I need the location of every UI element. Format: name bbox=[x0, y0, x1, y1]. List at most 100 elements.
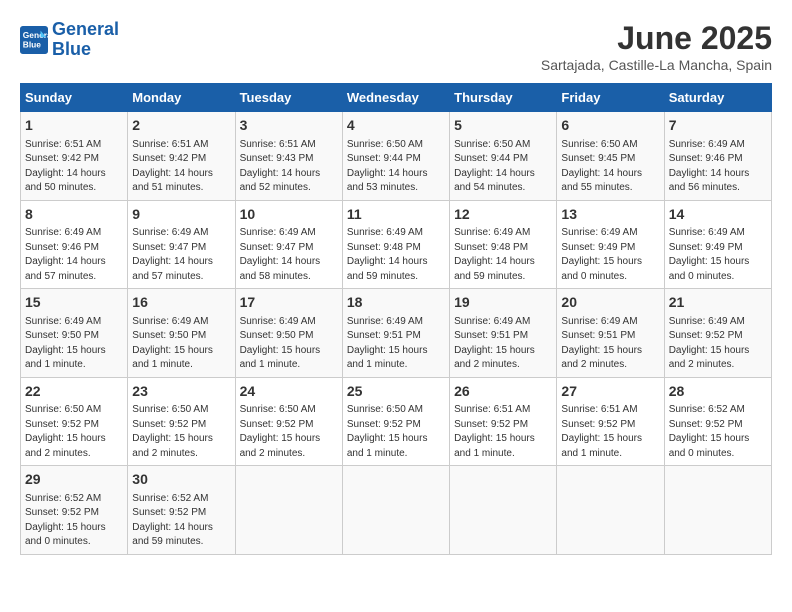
day-number: 30 bbox=[132, 470, 230, 490]
calendar-cell: 10Sunrise: 6:49 AM Sunset: 9:47 PM Dayli… bbox=[235, 200, 342, 289]
calendar-cell: 2Sunrise: 6:51 AM Sunset: 9:42 PM Daylig… bbox=[128, 112, 235, 201]
week-row-4: 22Sunrise: 6:50 AM Sunset: 9:52 PM Dayli… bbox=[21, 377, 772, 466]
day-number: 19 bbox=[454, 293, 552, 313]
day-info: Sunrise: 6:52 AM Sunset: 9:52 PM Dayligh… bbox=[25, 492, 123, 550]
calendar-cell: 16Sunrise: 6:49 AM Sunset: 9:50 PM Dayli… bbox=[128, 289, 235, 378]
day-number: 8 bbox=[25, 205, 123, 225]
calendar-cell: 30Sunrise: 6:52 AM Sunset: 9:52 PM Dayli… bbox=[128, 466, 235, 555]
day-number: 16 bbox=[132, 293, 230, 313]
calendar-cell: 13Sunrise: 6:49 AM Sunset: 9:49 PM Dayli… bbox=[557, 200, 664, 289]
day-number: 5 bbox=[454, 116, 552, 136]
day-number: 23 bbox=[132, 382, 230, 402]
col-header-friday: Friday bbox=[557, 84, 664, 112]
day-info: Sunrise: 6:49 AM Sunset: 9:49 PM Dayligh… bbox=[669, 226, 767, 284]
day-info: Sunrise: 6:52 AM Sunset: 9:52 PM Dayligh… bbox=[669, 403, 767, 461]
week-row-3: 15Sunrise: 6:49 AM Sunset: 9:50 PM Dayli… bbox=[21, 289, 772, 378]
calendar-cell: 14Sunrise: 6:49 AM Sunset: 9:49 PM Dayli… bbox=[664, 200, 771, 289]
calendar-cell: 22Sunrise: 6:50 AM Sunset: 9:52 PM Dayli… bbox=[21, 377, 128, 466]
week-row-2: 8Sunrise: 6:49 AM Sunset: 9:46 PM Daylig… bbox=[21, 200, 772, 289]
day-info: Sunrise: 6:49 AM Sunset: 9:50 PM Dayligh… bbox=[240, 315, 338, 373]
day-info: Sunrise: 6:50 AM Sunset: 9:52 PM Dayligh… bbox=[25, 403, 123, 461]
day-info: Sunrise: 6:49 AM Sunset: 9:48 PM Dayligh… bbox=[347, 226, 445, 284]
day-number: 4 bbox=[347, 116, 445, 136]
day-info: Sunrise: 6:49 AM Sunset: 9:51 PM Dayligh… bbox=[347, 315, 445, 373]
calendar-cell: 24Sunrise: 6:50 AM Sunset: 9:52 PM Dayli… bbox=[235, 377, 342, 466]
header-row: SundayMondayTuesdayWednesdayThursdayFrid… bbox=[21, 84, 772, 112]
day-info: Sunrise: 6:50 AM Sunset: 9:44 PM Dayligh… bbox=[454, 138, 552, 196]
calendar-cell: 15Sunrise: 6:49 AM Sunset: 9:50 PM Dayli… bbox=[21, 289, 128, 378]
day-info: Sunrise: 6:49 AM Sunset: 9:51 PM Dayligh… bbox=[454, 315, 552, 373]
col-header-wednesday: Wednesday bbox=[342, 84, 449, 112]
calendar-cell bbox=[664, 466, 771, 555]
calendar-cell: 6Sunrise: 6:50 AM Sunset: 9:45 PM Daylig… bbox=[557, 112, 664, 201]
calendar-cell: 5Sunrise: 6:50 AM Sunset: 9:44 PM Daylig… bbox=[450, 112, 557, 201]
day-number: 14 bbox=[669, 205, 767, 225]
day-number: 29 bbox=[25, 470, 123, 490]
week-row-5: 29Sunrise: 6:52 AM Sunset: 9:52 PM Dayli… bbox=[21, 466, 772, 555]
day-info: Sunrise: 6:49 AM Sunset: 9:50 PM Dayligh… bbox=[25, 315, 123, 373]
day-info: Sunrise: 6:51 AM Sunset: 9:43 PM Dayligh… bbox=[240, 138, 338, 196]
location-title: Sartajada, Castille-La Mancha, Spain bbox=[541, 57, 772, 73]
calendar-cell bbox=[557, 466, 664, 555]
calendar-cell: 23Sunrise: 6:50 AM Sunset: 9:52 PM Dayli… bbox=[128, 377, 235, 466]
calendar-cell bbox=[342, 466, 449, 555]
logo-line1: General bbox=[52, 19, 119, 39]
day-number: 18 bbox=[347, 293, 445, 313]
calendar-cell bbox=[450, 466, 557, 555]
calendar-cell: 27Sunrise: 6:51 AM Sunset: 9:52 PM Dayli… bbox=[557, 377, 664, 466]
day-info: Sunrise: 6:51 AM Sunset: 9:52 PM Dayligh… bbox=[561, 403, 659, 461]
col-header-saturday: Saturday bbox=[664, 84, 771, 112]
calendar-cell: 17Sunrise: 6:49 AM Sunset: 9:50 PM Dayli… bbox=[235, 289, 342, 378]
calendar-cell: 3Sunrise: 6:51 AM Sunset: 9:43 PM Daylig… bbox=[235, 112, 342, 201]
day-number: 21 bbox=[669, 293, 767, 313]
day-info: Sunrise: 6:49 AM Sunset: 9:48 PM Dayligh… bbox=[454, 226, 552, 284]
day-number: 6 bbox=[561, 116, 659, 136]
logo: General Blue General Blue bbox=[20, 20, 119, 60]
day-info: Sunrise: 6:49 AM Sunset: 9:49 PM Dayligh… bbox=[561, 226, 659, 284]
day-info: Sunrise: 6:51 AM Sunset: 9:42 PM Dayligh… bbox=[25, 138, 123, 196]
day-number: 7 bbox=[669, 116, 767, 136]
calendar-cell: 21Sunrise: 6:49 AM Sunset: 9:52 PM Dayli… bbox=[664, 289, 771, 378]
calendar-cell: 12Sunrise: 6:49 AM Sunset: 9:48 PM Dayli… bbox=[450, 200, 557, 289]
calendar-cell: 9Sunrise: 6:49 AM Sunset: 9:47 PM Daylig… bbox=[128, 200, 235, 289]
col-header-tuesday: Tuesday bbox=[235, 84, 342, 112]
calendar-cell: 28Sunrise: 6:52 AM Sunset: 9:52 PM Dayli… bbox=[664, 377, 771, 466]
day-number: 24 bbox=[240, 382, 338, 402]
day-number: 11 bbox=[347, 205, 445, 225]
calendar-table: SundayMondayTuesdayWednesdayThursdayFrid… bbox=[20, 83, 772, 555]
day-number: 20 bbox=[561, 293, 659, 313]
day-info: Sunrise: 6:50 AM Sunset: 9:52 PM Dayligh… bbox=[132, 403, 230, 461]
day-number: 27 bbox=[561, 382, 659, 402]
calendar-cell: 4Sunrise: 6:50 AM Sunset: 9:44 PM Daylig… bbox=[342, 112, 449, 201]
calendar-cell: 19Sunrise: 6:49 AM Sunset: 9:51 PM Dayli… bbox=[450, 289, 557, 378]
day-info: Sunrise: 6:50 AM Sunset: 9:52 PM Dayligh… bbox=[240, 403, 338, 461]
calendar-cell: 1Sunrise: 6:51 AM Sunset: 9:42 PM Daylig… bbox=[21, 112, 128, 201]
col-header-thursday: Thursday bbox=[450, 84, 557, 112]
day-number: 10 bbox=[240, 205, 338, 225]
title-area: June 2025 Sartajada, Castille-La Mancha,… bbox=[541, 20, 772, 73]
calendar-cell bbox=[235, 466, 342, 555]
day-info: Sunrise: 6:49 AM Sunset: 9:46 PM Dayligh… bbox=[669, 138, 767, 196]
col-header-sunday: Sunday bbox=[21, 84, 128, 112]
calendar-cell: 20Sunrise: 6:49 AM Sunset: 9:51 PM Dayli… bbox=[557, 289, 664, 378]
day-number: 9 bbox=[132, 205, 230, 225]
day-number: 17 bbox=[240, 293, 338, 313]
logo-line2: Blue bbox=[52, 39, 91, 59]
day-number: 3 bbox=[240, 116, 338, 136]
day-info: Sunrise: 6:49 AM Sunset: 9:50 PM Dayligh… bbox=[132, 315, 230, 373]
day-info: Sunrise: 6:49 AM Sunset: 9:52 PM Dayligh… bbox=[669, 315, 767, 373]
month-title: June 2025 bbox=[541, 20, 772, 57]
header: General Blue General Blue June 2025 Sart… bbox=[20, 20, 772, 73]
day-info: Sunrise: 6:49 AM Sunset: 9:47 PM Dayligh… bbox=[132, 226, 230, 284]
day-number: 26 bbox=[454, 382, 552, 402]
calendar-cell: 7Sunrise: 6:49 AM Sunset: 9:46 PM Daylig… bbox=[664, 112, 771, 201]
day-number: 13 bbox=[561, 205, 659, 225]
calendar-cell: 29Sunrise: 6:52 AM Sunset: 9:52 PM Dayli… bbox=[21, 466, 128, 555]
day-number: 15 bbox=[25, 293, 123, 313]
day-info: Sunrise: 6:51 AM Sunset: 9:42 PM Dayligh… bbox=[132, 138, 230, 196]
day-number: 12 bbox=[454, 205, 552, 225]
day-number: 28 bbox=[669, 382, 767, 402]
day-info: Sunrise: 6:50 AM Sunset: 9:44 PM Dayligh… bbox=[347, 138, 445, 196]
day-number: 25 bbox=[347, 382, 445, 402]
calendar-cell: 11Sunrise: 6:49 AM Sunset: 9:48 PM Dayli… bbox=[342, 200, 449, 289]
